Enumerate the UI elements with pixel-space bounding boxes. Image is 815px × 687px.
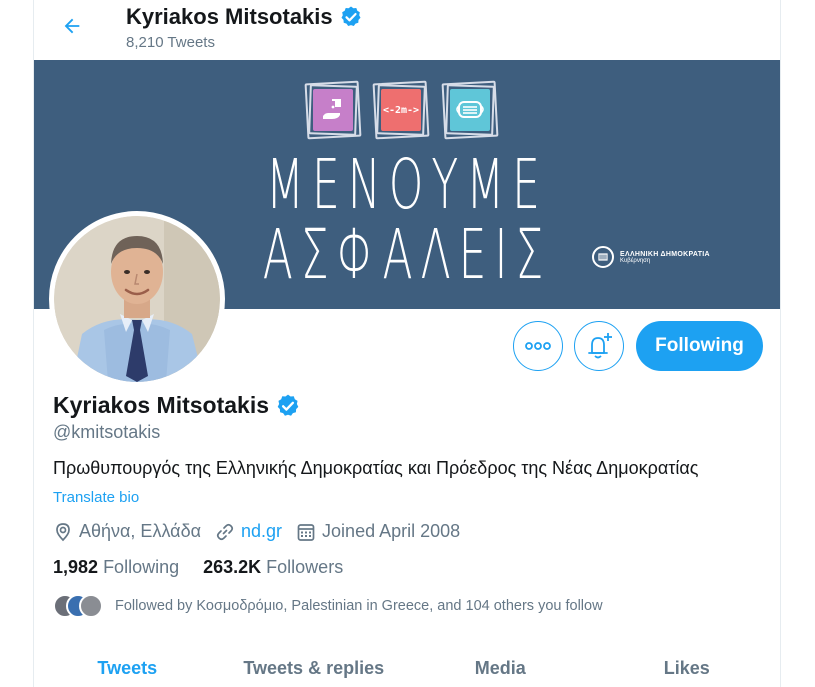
followers-stat[interactable]: 263.2K Followers (203, 557, 343, 578)
profile-header: Kyriakos Mitsotakis 8,210 Tweets (34, 0, 780, 60)
location-item: Αθήνα, Ελλάδα (53, 521, 201, 542)
notifications-button[interactable] (574, 321, 624, 371)
header-title-row: Kyriakos Mitsotakis (126, 4, 363, 30)
government-name: ΕΛΛΗΝΙΚΗ ΔΗΜΟΚΡΑΤΙΑ (620, 250, 710, 258)
government-subtitle: Κυβέρνηση (620, 257, 651, 264)
tab-likes[interactable]: Likes (594, 648, 781, 687)
following-button[interactable]: Following (636, 321, 763, 371)
profile-stats: 1,982 Following 263.2K Followers (53, 557, 367, 578)
calendar-icon (297, 523, 315, 541)
following-stat[interactable]: 1,982 Following (53, 557, 179, 578)
followed-by-text: Followed by Κοσμοδρόμιο, Palestinian in … (115, 598, 603, 614)
tab-media[interactable]: Media (407, 648, 594, 687)
verified-badge-icon (277, 394, 299, 416)
government-emblem-icon (592, 246, 614, 268)
link-icon (216, 523, 234, 540)
government-logo: ΕΛΛΗΝΙΚΗ ΔΗΜΟΚΡΑΤΙΑ Κυβέρνηση (592, 246, 710, 268)
website-link[interactable]: nd.gr (241, 521, 282, 542)
profile-avatar[interactable] (49, 211, 225, 387)
profile-meta: Αθήνα, Ελλάδα nd.gr Joined April 2008 (53, 521, 474, 542)
tweet-count: 8,210 Tweets (126, 34, 215, 51)
location-text: Αθήνα, Ελλάδα (79, 521, 202, 541)
more-button[interactable] (513, 321, 563, 371)
tab-tweets[interactable]: Tweets (34, 648, 221, 687)
tab-tweets-and-replies[interactable]: Tweets & replies (221, 648, 408, 687)
avatar (79, 594, 103, 618)
verified-badge-icon (341, 6, 361, 26)
back-button[interactable] (58, 12, 86, 40)
face-mask-icon (456, 101, 484, 118)
more-icon (525, 342, 551, 350)
followers-count: 263.2K (203, 557, 262, 577)
header-name: Kyriakos Mitsotakis (126, 4, 333, 29)
website-item: nd.gr (215, 521, 282, 542)
joined-item: Joined April 2008 (296, 521, 460, 542)
arrow-left-icon (64, 18, 80, 34)
banner-tile-distance: <-2m-> (372, 80, 430, 140)
profile-bio: Πρωθυπουργός της Ελληνικής Δημοκρατίας κ… (53, 458, 699, 478)
following-label: Following (103, 557, 180, 577)
followers-label: Followers (266, 557, 344, 577)
joined-text: Joined April 2008 (322, 521, 461, 541)
hand-sanitizer-icon (323, 99, 341, 119)
profile-handle: @kmitsotakis (53, 422, 161, 442)
profile-name: Kyriakos Mitsotakis (53, 392, 270, 418)
bell-plus-icon (588, 333, 612, 359)
banner-tile-sanitizer (304, 80, 362, 140)
follower-avatars (53, 594, 103, 618)
profile-name-row: Kyriakos Mitsotakis (53, 392, 301, 419)
followed-by-row[interactable]: Followed by Κοσμοδρόμιο, Palestinian in … (53, 594, 603, 618)
portrait-image (54, 216, 220, 382)
location-pin-icon (56, 522, 70, 541)
profile-column: Kyriakos Mitsotakis 8,210 Tweets <-2m-> … (33, 0, 781, 687)
following-count: 1,982 (53, 557, 99, 577)
translate-bio-link[interactable]: Translate bio (53, 489, 139, 506)
profile-tabs: Tweets Tweets & replies Media Likes (34, 648, 780, 687)
distance-arrows-icon: <-2m-> (382, 104, 420, 116)
banner-tile-mask (441, 80, 499, 140)
